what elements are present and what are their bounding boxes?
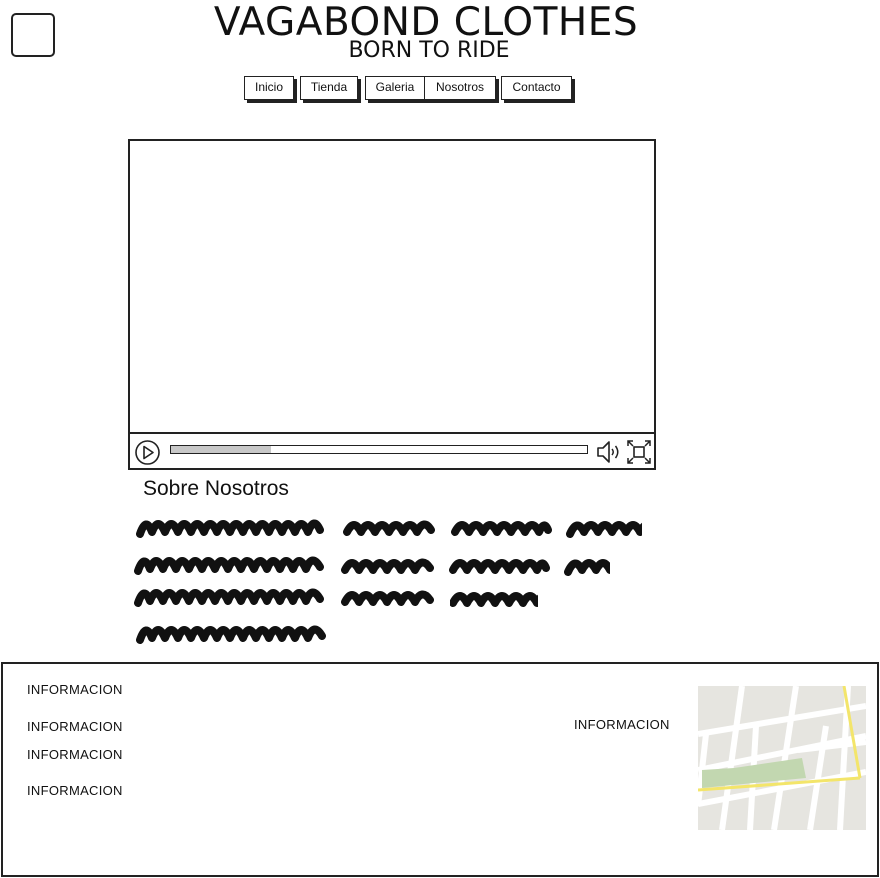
map-icon[interactable] [698, 686, 866, 830]
footer-info-4: INFORMACION [27, 783, 123, 798]
footer-info-3: INFORMACION [27, 747, 123, 762]
footer-info-right: INFORMACION [574, 717, 670, 732]
footer: INFORMACION INFORMACION INFORMACION INFO… [1, 662, 879, 877]
footer-info-1: INFORMACION [27, 682, 123, 697]
footer-info-2: INFORMACION [27, 719, 123, 734]
